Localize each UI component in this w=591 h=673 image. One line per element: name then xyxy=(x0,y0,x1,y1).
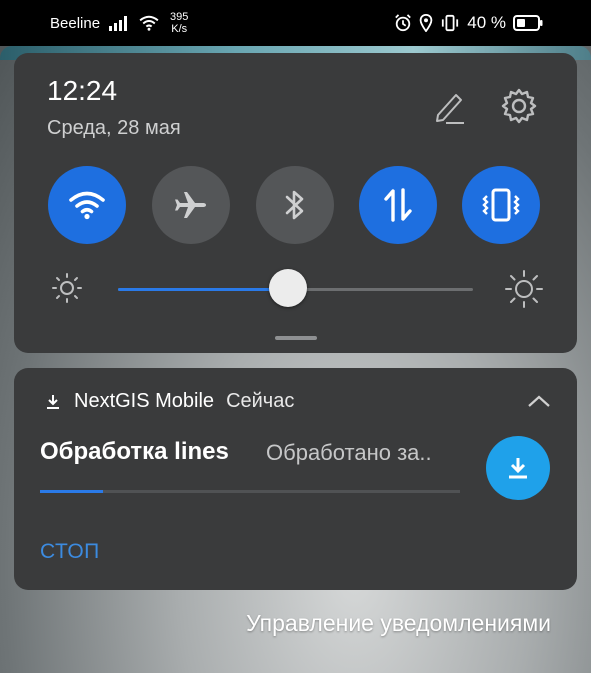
alarm-icon xyxy=(395,14,412,32)
notification-progress-bar xyxy=(40,490,460,493)
tile-bluetooth[interactable] xyxy=(256,166,334,244)
stop-button[interactable]: СТОП xyxy=(40,540,100,564)
notification-app-name: NextGIS Mobile xyxy=(74,390,215,412)
notification-time: Сейчас xyxy=(226,390,295,412)
battery-icon xyxy=(513,15,543,31)
notification-card[interactable]: NextGIS Mobile Сейчас Обработка lines Об… xyxy=(14,368,577,590)
tile-mobile-data[interactable] xyxy=(359,166,437,244)
clock-time: 12:24 xyxy=(47,75,118,106)
brightness-slider-fill xyxy=(118,288,289,291)
notification-header: NextGIS Mobile Сейчас xyxy=(44,390,294,413)
notification-text: Обработано за.. xyxy=(266,440,432,465)
manage-notifications-link[interactable]: Управление уведомлениями xyxy=(246,610,551,637)
notification-title: Обработка lines xyxy=(40,438,229,465)
brightness-high-icon xyxy=(505,270,543,308)
data-arrows-icon xyxy=(384,188,412,222)
network-speed-value: 395 xyxy=(170,11,189,23)
network-speed-unit: K/s xyxy=(171,23,188,35)
brightness-low-icon xyxy=(52,273,82,303)
gear-icon[interactable] xyxy=(499,86,539,126)
download-button[interactable] xyxy=(486,436,550,500)
vibrate-icon xyxy=(482,188,520,222)
wifi-icon xyxy=(69,191,105,220)
download-icon xyxy=(47,394,59,409)
bluetooth-icon xyxy=(285,190,304,220)
status-bar-right: 40 % xyxy=(394,0,543,46)
status-bar: Beeline 395 K/s 40 % xyxy=(0,0,591,46)
chevron-up-icon[interactable] xyxy=(526,392,552,410)
brightness-slider-thumb[interactable] xyxy=(269,269,308,307)
airplane-icon xyxy=(175,192,206,218)
wifi-icon xyxy=(139,15,159,31)
panel-drag-handle[interactable] xyxy=(275,336,317,340)
battery-percent: 40 % xyxy=(467,13,506,32)
location-icon xyxy=(419,14,433,32)
status-bar-left: Beeline 395 K/s xyxy=(50,0,188,46)
download-icon xyxy=(509,458,527,479)
tile-wifi[interactable] xyxy=(48,166,126,244)
tile-vibrate[interactable] xyxy=(462,166,540,244)
tile-airplane[interactable] xyxy=(152,166,230,244)
signal-icon xyxy=(109,16,128,31)
carrier-label: Beeline xyxy=(50,14,101,32)
quick-settings-panel: 12:24 Среда, 28 мая xyxy=(14,53,577,353)
edit-icon[interactable] xyxy=(428,87,468,127)
clock-date: Среда, 28 мая xyxy=(47,117,181,139)
brightness-slider[interactable] xyxy=(118,269,473,307)
brightness-row xyxy=(14,269,577,311)
vibrate-icon xyxy=(442,14,459,32)
notification-progress-fill xyxy=(40,490,103,493)
network-speed: 395 K/s xyxy=(170,11,188,35)
